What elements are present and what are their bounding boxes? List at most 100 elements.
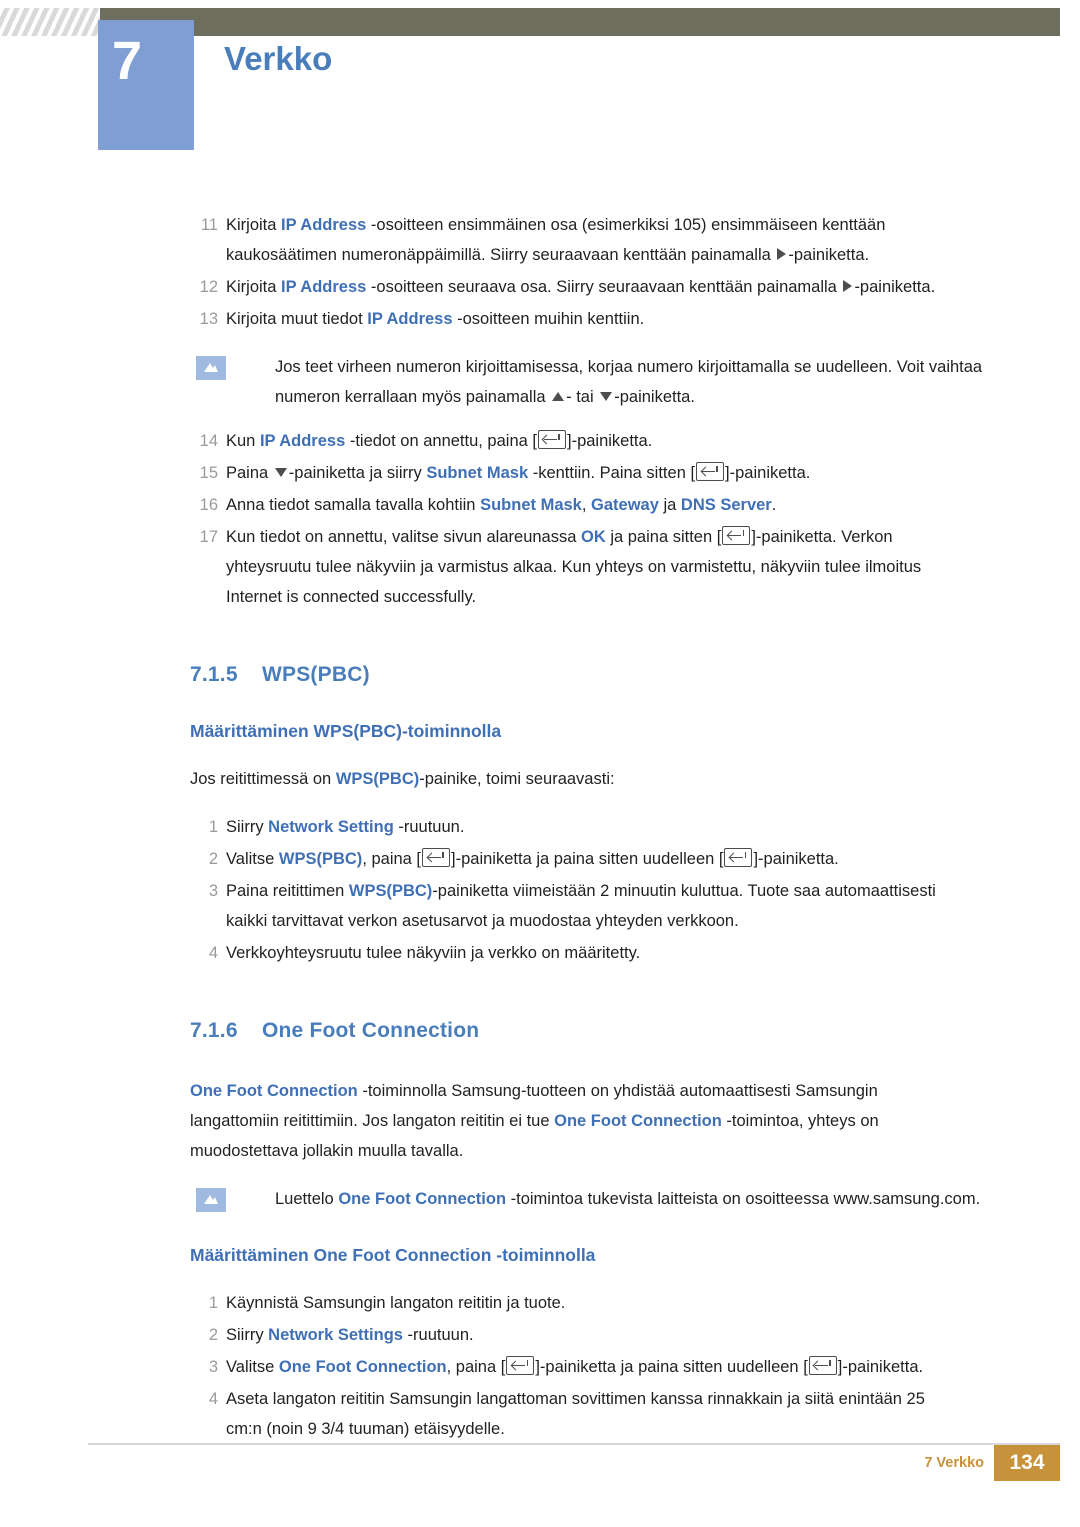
- enter-key-icon: [722, 526, 751, 545]
- intro-text-line3: muodostettava jollakin muulla tavalla.: [190, 1142, 464, 1160]
- onefoot-intro: One Foot Connection -toiminnolla Samsung…: [190, 1076, 1010, 1166]
- step-text-part: ]-painiketta. Verkon: [751, 528, 893, 546]
- section-number: 7.1.6: [190, 1019, 238, 1042]
- step-text-part: ]-painiketta.: [753, 850, 839, 868]
- note-text-part: -painiketta.: [614, 388, 695, 406]
- step-text-part: Kirjoita: [226, 278, 282, 296]
- step-number: 11: [200, 216, 218, 234]
- step-number: 17: [199, 528, 218, 546]
- keyword-one-foot-connection: One Foot Connection: [554, 1112, 722, 1130]
- step-text-part: Kirjoita: [226, 216, 282, 234]
- onefoot-step-3: 3 Valitse One Foot Connection, paina []-…: [190, 1352, 1010, 1382]
- step-text-part: -osoitteen seuraava osa. Siirry seuraava…: [366, 278, 842, 296]
- step-text-part: kaukosäätimen numeronäppäimillä. Siirry …: [226, 246, 776, 264]
- section-title: One Foot Connection: [262, 1019, 480, 1042]
- step-text-part: -osoitteen muihin kenttiin.: [452, 310, 645, 328]
- step-text-part: ja paina sitten [: [605, 528, 722, 546]
- step-text-part: Anna tiedot samalla tavalla kohtiin: [226, 496, 481, 514]
- step-text-part: Käynnistä Samsungin langaton reititin ja…: [226, 1294, 566, 1312]
- keyword-one-foot-connection: One Foot Connection: [278, 1358, 447, 1376]
- intro-text-part: langattomiin reitittimiin. Jos langaton …: [190, 1112, 555, 1130]
- step-13: 13 Kirjoita muut tiedot IP Address -osoi…: [190, 304, 1010, 334]
- step-text-part: ]-painiketta ja paina sitten uudelleen [: [535, 1358, 808, 1376]
- step-number: 1: [208, 1294, 218, 1312]
- enter-key-icon: [422, 848, 451, 867]
- intro-text-part: -toimintoa, yhteys on: [721, 1112, 879, 1130]
- step-11: 11 Kirjoita IP Address -osoitteen ensimm…: [190, 210, 1010, 270]
- footer-page-number: 134: [994, 1445, 1060, 1481]
- subsection-heading-wpspbc: Määrittäminen WPS(PBC)-toiminnolla: [190, 721, 502, 741]
- enter-key-icon: [506, 1356, 535, 1375]
- onefoot-step-2: 2 Siirry Network Settings -ruutuun.: [190, 1320, 1010, 1350]
- step-number: 2: [208, 1326, 218, 1344]
- keyword-ip-address: IP Address: [367, 310, 453, 328]
- step-text-part: Paina reitittimen: [226, 882, 349, 900]
- step-text-part: Kun: [226, 432, 260, 450]
- step-text-part: Verkkoyhteysruutu tulee näkyviin ja verk…: [226, 944, 641, 962]
- note-box-2: Luettelo One Foot Connection -toimintoa …: [190, 1184, 1010, 1214]
- step-14: 14 Kun IP Address -tiedot on annettu, pa…: [190, 426, 1010, 456]
- keyword-network-setting: Network Setting: [268, 818, 394, 836]
- chapter-title: Verkko: [224, 40, 333, 77]
- step-text-part: Valitse: [226, 1358, 279, 1376]
- step-text-part: Kirjoita muut tiedot: [226, 310, 368, 328]
- step-text-part: -tiedot on annettu, paina [: [345, 432, 537, 450]
- step-text-part: -ruutuun.: [402, 1326, 474, 1344]
- step-text-part: Siirry: [226, 818, 269, 836]
- wpspbc-intro: Jos reitittimessä on WPS(PBC)-painike, t…: [190, 764, 1010, 794]
- note-text-part: Luettelo: [275, 1190, 339, 1208]
- step-text-line3: Internet is connected successfully.: [226, 588, 477, 606]
- step-15: 15 Paina -painiketta ja siirry Subnet Ma…: [190, 458, 1010, 488]
- keyword-one-foot-connection: One Foot Connection: [190, 1082, 358, 1100]
- step-number: 15: [199, 464, 218, 482]
- step-number: 3: [208, 882, 218, 900]
- step-text-part: Paina: [226, 464, 273, 482]
- step-text-part: ]-painiketta.: [837, 1358, 924, 1376]
- note-icon: [196, 1188, 226, 1212]
- keyword-ip-address: IP Address: [259, 432, 346, 450]
- enter-key-icon: [696, 462, 725, 481]
- keyword-dns-server: DNS Server: [680, 496, 772, 514]
- keyword-subnet-mask: Subnet Mask: [480, 496, 582, 514]
- keyword-ip-address: IP Address: [281, 278, 367, 296]
- intro-text-part: -painike, toimi seuraavasti:: [419, 770, 615, 788]
- step-text-part: ]-painiketta.: [725, 464, 811, 482]
- note-text-part: - tai: [566, 388, 599, 406]
- onefoot-step-1: 1 Käynnistä Samsungin langaton reititin …: [190, 1288, 1010, 1318]
- step-text-part: Siirry: [226, 1326, 269, 1344]
- enter-key-icon: [724, 848, 753, 867]
- keyword-ip-address: IP Address: [281, 216, 367, 234]
- arrow-up-icon: [552, 392, 565, 401]
- step-text-part: -painiketta.: [788, 246, 870, 264]
- wpspbc-step-3: 3 Paina reitittimen WPS(PBC)-painiketta …: [190, 876, 1010, 936]
- page-content: 11 Kirjoita IP Address -osoitteen ensimm…: [190, 210, 1010, 1446]
- step-12: 12 Kirjoita IP Address -osoitteen seuraa…: [190, 272, 1010, 302]
- step-text-line2: cm:n (noin 9 3/4 tuuman) etäisyydelle.: [226, 1420, 505, 1438]
- step-number: 13: [199, 310, 218, 328]
- wpspbc-step-4: 4 Verkkoyhteysruutu tulee näkyviin ja ve…: [190, 938, 1010, 968]
- arrow-right-icon: [843, 280, 853, 292]
- intro-text-part: -toiminnolla Samsung-tuotteen on yhdistä…: [357, 1082, 878, 1100]
- step-number: 14: [199, 432, 218, 450]
- keyword-ok: OK: [580, 528, 606, 546]
- step-number: 16: [199, 496, 218, 514]
- arrow-right-icon: [777, 248, 787, 260]
- enter-key-icon: [537, 430, 566, 449]
- step-text-part: -painiketta viimeistään 2 minuutin kulut…: [432, 882, 936, 900]
- arrow-down-icon: [600, 392, 613, 401]
- step-text-part: Aseta langaton reititin Samsungin langat…: [226, 1390, 925, 1408]
- keyword-wpspbc: WPS(PBC): [348, 882, 433, 900]
- step-text-part: ]-painiketta ja paina sitten uudelleen [: [451, 850, 724, 868]
- subsection-heading-one-foot-connection: Määrittäminen One Foot Connection -toimi…: [190, 1245, 596, 1265]
- note-box-1: Jos teet virheen numeron kirjoittamisess…: [190, 352, 1010, 412]
- keyword-one-foot-connection: One Foot Connection: [338, 1190, 507, 1208]
- step-number: 4: [208, 944, 218, 962]
- note-icon: [196, 356, 226, 380]
- note-text-part: numeron kerrallaan myös painamalla: [275, 388, 551, 406]
- step-text-line2: kaikki tarvittavat verkon asetusarvot ja…: [226, 912, 739, 930]
- section-heading-wpspbc: 7.1.5 WPS(PBC): [190, 660, 1010, 690]
- step-text-part: Kun tiedot on annettu, valitse sivun ala…: [226, 528, 581, 546]
- step-number: 3: [208, 1358, 218, 1376]
- note-text: Jos teet virheen numeron kirjoittamisess…: [275, 358, 983, 376]
- step-number: 12: [199, 278, 218, 296]
